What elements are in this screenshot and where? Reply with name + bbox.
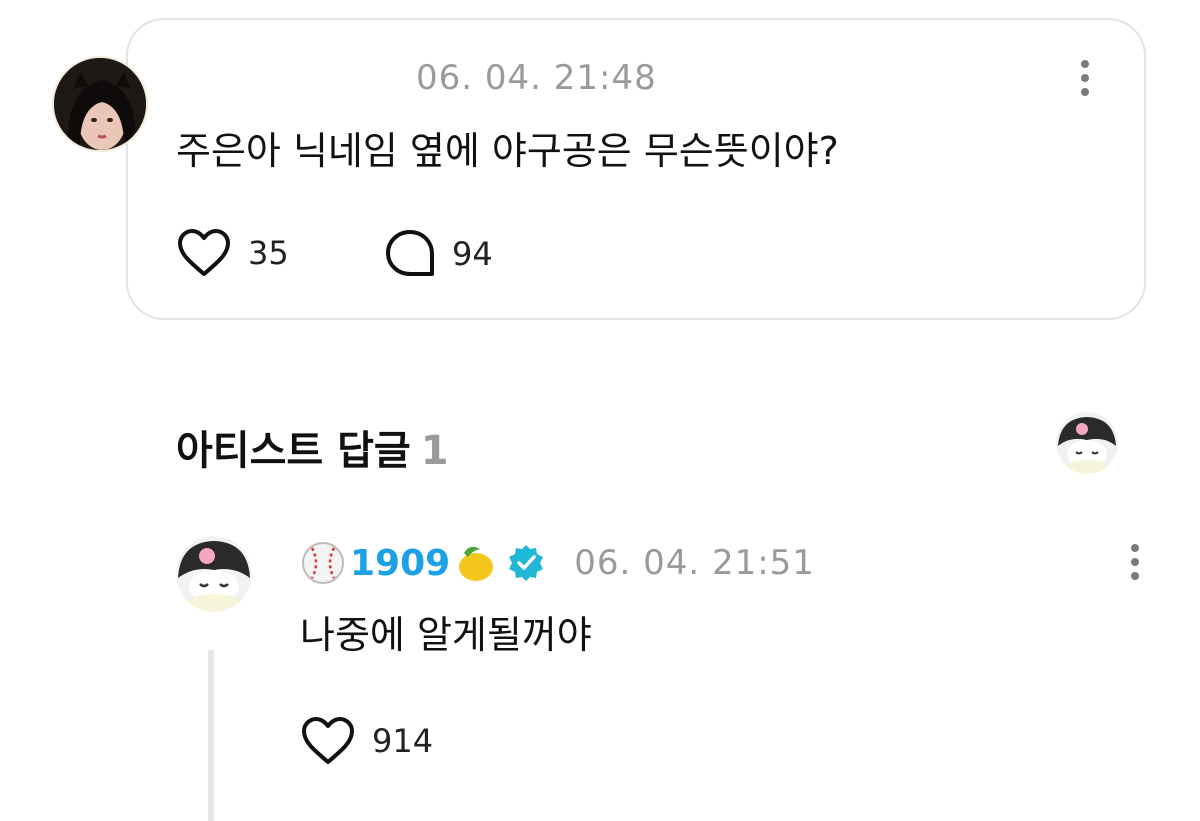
post-like-button[interactable]: 35	[176, 228, 289, 278]
heart-icon	[178, 229, 230, 276]
reply-author-avatar[interactable]	[176, 536, 252, 612]
lemon-icon	[459, 546, 494, 581]
artist-avatar-small[interactable]	[1056, 412, 1118, 474]
reply-content: 나중에 알게될꺼야	[300, 613, 592, 657]
post-timestamp: 06. 04. 21:48	[416, 58, 657, 98]
artist-replies-title: 아티스트 답글	[176, 428, 411, 474]
post-like-count: 35	[248, 234, 289, 272]
reply-thread-line	[208, 650, 214, 821]
author-photo	[54, 58, 146, 150]
kuromi-avatar-icon	[1056, 412, 1118, 474]
artist-replies-count: 1	[420, 428, 449, 474]
artist-replies-header: 아티스트 답글 1	[176, 418, 449, 476]
post-comment-button[interactable]: 94	[384, 228, 493, 280]
reply-meta: 1909 06. 04. 21:51	[300, 540, 815, 586]
verified-badge-icon	[509, 545, 544, 581]
post-comment-count: 94	[452, 235, 493, 273]
kuromi-avatar-icon	[176, 536, 252, 612]
reply-more-menu-icon[interactable]	[1128, 544, 1142, 588]
reply-like-button[interactable]: 914	[300, 716, 433, 766]
post-more-menu-icon[interactable]	[1078, 60, 1092, 104]
baseball-icon	[302, 542, 344, 584]
post-content: 주은아 닉네임 옆에 야구공은 무슨뜻이야?	[176, 129, 839, 173]
reply-timestamp: 06. 04. 21:51	[574, 543, 815, 583]
comment-bubble-icon	[386, 230, 434, 276]
reply-like-count: 914	[372, 722, 434, 760]
heart-icon	[302, 717, 354, 764]
post-author-avatar[interactable]	[52, 56, 148, 152]
reply-username[interactable]: 1909	[350, 543, 450, 584]
